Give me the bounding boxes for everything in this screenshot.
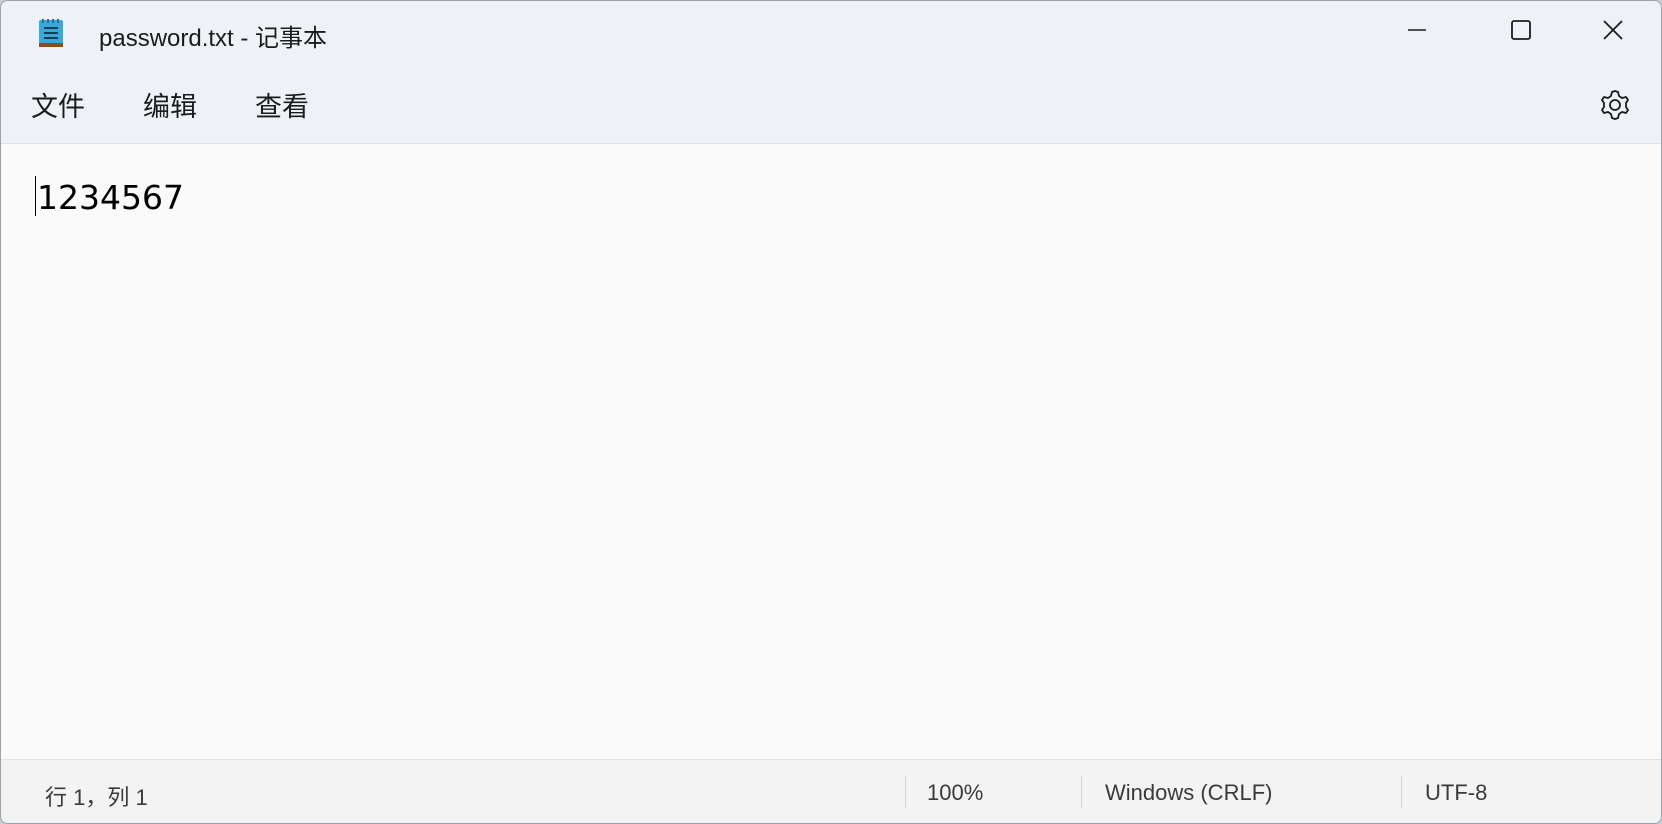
maximize-button[interactable] (1475, 1, 1567, 59)
status-encoding[interactable]: UTF-8 (1425, 780, 1487, 806)
text-editor[interactable]: 1234567 (1, 144, 1661, 759)
status-line-ending[interactable]: Windows (CRLF) (1105, 780, 1272, 806)
editor-content[interactable]: 1234567 (37, 178, 184, 217)
notepad-window: password.txt - 记事本 文件 编辑 查看 1234567 行 1，… (0, 0, 1662, 824)
status-zoom[interactable]: 100% (927, 780, 983, 806)
status-bar: 行 1，列 1 100% Windows (CRLF) UTF-8 (1, 759, 1661, 823)
maximize-icon (1511, 20, 1531, 40)
menu-bar: 文件 编辑 查看 (1, 65, 1661, 144)
status-divider (1081, 776, 1082, 808)
minimize-icon (1408, 29, 1426, 31)
status-divider (1401, 776, 1402, 808)
title-bar[interactable]: password.txt - 记事本 (1, 1, 1661, 65)
menu-file[interactable]: 文件 (27, 85, 89, 124)
gear-icon[interactable] (1597, 87, 1633, 123)
status-divider (905, 776, 906, 808)
notepad-icon (39, 19, 63, 47)
text-caret (35, 176, 36, 216)
menu-view[interactable]: 查看 (251, 85, 313, 124)
minimize-button[interactable] (1371, 1, 1463, 59)
status-cursor-position: 行 1，列 1 (45, 785, 148, 810)
window-title: password.txt - 记事本 (99, 25, 328, 52)
close-icon (1603, 20, 1623, 40)
menu-edit[interactable]: 编辑 (139, 85, 201, 124)
close-button[interactable] (1567, 1, 1659, 59)
